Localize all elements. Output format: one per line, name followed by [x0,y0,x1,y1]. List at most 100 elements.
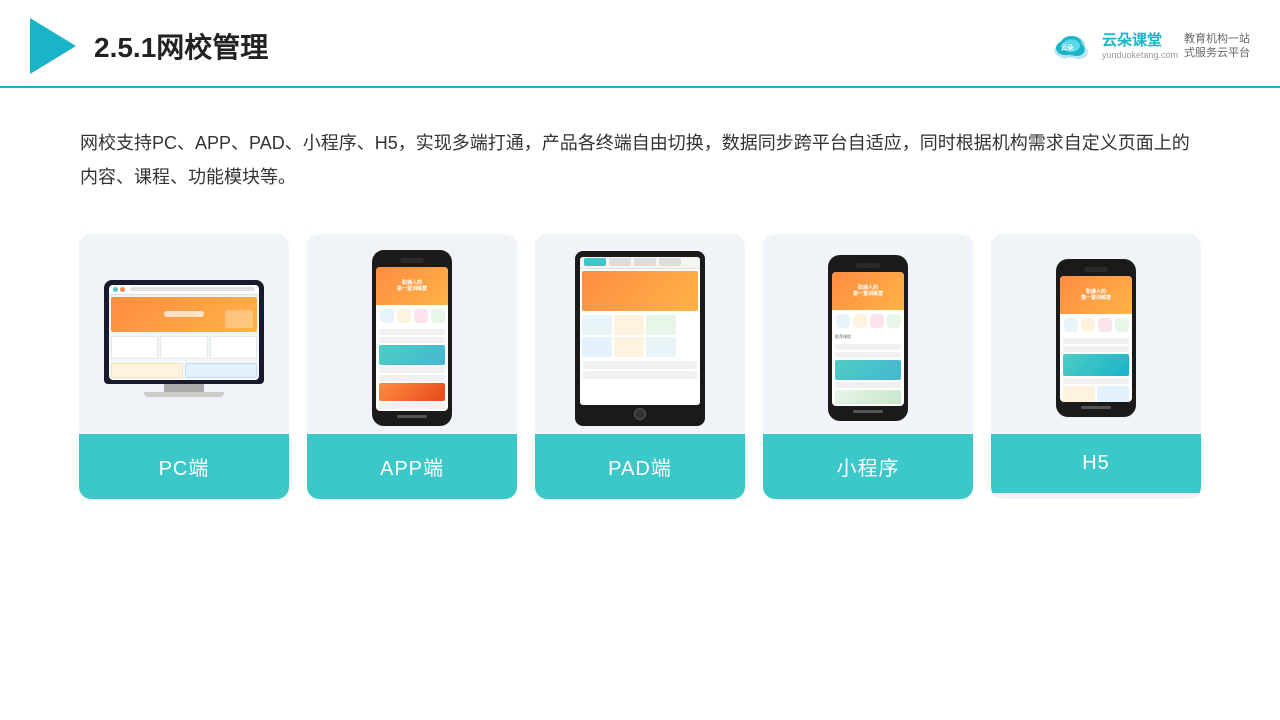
grid-item [582,337,612,357]
phone-notch [1084,267,1108,272]
description-text: 网校支持PC、APP、PAD、小程序、H5，实现多端打通，产品各终端自由切换，数… [0,88,1280,204]
card-h5-label: H5 [991,434,1201,493]
phone-screen: 职通人的第一堂训练营 [376,267,448,411]
phone-icon [836,314,850,328]
phone-list-item [1063,338,1129,344]
tablet-row [583,361,697,369]
logo-triangle-icon [30,18,76,74]
phone-mockup-mini: 职通人的第一堂训练营 推荐课程 [828,255,908,421]
pc-base [144,392,224,397]
card-pad-image [535,234,745,434]
phone-icon [431,309,445,323]
pc-hero-img [225,310,253,328]
phone-promo [379,383,445,401]
brand-logo: 云朵 云朵课堂 yunduoketang.com 教育机构一站式服务云平台 [1048,28,1250,64]
card-app: 职通人的第一堂训练营 [307,234,517,499]
card-app-label: APP端 [307,434,517,499]
phone-icon [397,309,411,323]
tablet-hero [582,271,698,311]
phone-h5-card [1097,386,1129,402]
grid-item [582,315,612,335]
tablet-nav [580,257,700,269]
card-pad: PAD端 [535,234,745,499]
platform-cards: PC端 职通人的第一堂训练营 [0,204,1280,529]
card-miniprogram: 职通人的第一堂训练营 推荐课程 [763,234,973,499]
phone-hero: 职通人的第一堂训练营 [376,267,448,305]
tablet-mockup [575,251,705,426]
phone-hero-text: 职通人的第一堂训练营 [853,285,883,298]
phone-icon [380,309,394,323]
phone-home-bar [1081,406,1111,409]
phone-list-item [379,367,445,373]
phone-mockup-h5: 职通人的第一堂训练营 [1056,259,1136,417]
phone-icon [414,309,428,323]
card-miniprogram-label: 小程序 [763,434,973,499]
tab-inactive [659,258,681,266]
tab-active [584,258,606,266]
phone-icons [832,310,904,332]
phone-list-item [379,403,445,409]
page-title: 2.5.1网校管理 [94,26,268,66]
phone-icon [853,314,867,328]
phone-hero: 职通人的第一堂训练营 [832,272,904,310]
phone-icon [1081,318,1095,332]
phone-banner [835,360,901,380]
phone-list-item [379,337,445,343]
tablet-screen [580,257,700,405]
pc-content-block [210,336,257,359]
grid-item [614,315,644,335]
phone-icon [1098,318,1112,332]
page-header: 2.5.1网校管理 云朵 云朵课堂 yunduoketang.com 教育机构一… [0,0,1280,88]
grid-item [614,337,644,357]
pc-hero-text [164,311,204,317]
pc-block [111,363,183,378]
phone-icon [1115,318,1129,332]
tab-inactive [634,258,656,266]
card-h5: 职通人的第一堂训练营 [991,234,1201,499]
phone-notch [856,263,880,268]
phone-banner [379,345,445,365]
grid-item [646,337,676,357]
card-pc-label: PC端 [79,434,289,499]
phone-hero-text: 职通人的第一堂训练营 [1081,289,1111,302]
phone-list-item [1063,346,1129,352]
phone-card [835,390,901,404]
phone-list-item [835,344,901,350]
header-right: 云朵 云朵课堂 yunduoketang.com 教育机构一站式服务云平台 [1048,28,1250,64]
phone-hero-text: 职通人的第一堂训练营 [397,280,427,293]
card-miniprogram-image: 职通人的第一堂训练营 推荐课程 [763,234,973,434]
pc-nav-bar [109,285,259,295]
brand-text: 云朵课堂 yunduoketang.com [1102,32,1178,61]
nav-bar [130,287,255,291]
tablet-grid [580,313,700,359]
brand-url: yunduoketang.com [1102,50,1178,61]
brand-slogan: 教育机构一站式服务云平台 [1184,32,1250,61]
phone-home-bar [397,415,427,418]
svg-text:云朵: 云朵 [1061,43,1074,52]
phone-icon [887,314,901,328]
phone-icons [376,305,448,327]
phone-list-item [379,329,445,335]
phone-hero: 职通人的第一堂训练营 [1060,276,1132,314]
nav-dot [120,287,125,292]
pc-content-row [109,334,259,361]
card-pc: PC端 [79,234,289,499]
pc-mockup [99,280,269,397]
header-left: 2.5.1网校管理 [30,18,268,74]
tablet-home-button [634,408,646,420]
phone-icon [870,314,884,328]
pc-bottom-row [109,361,259,380]
card-pc-image [79,234,289,434]
grid-item [646,315,676,335]
phone-h5-banner [1063,354,1129,376]
card-pad-label: PAD端 [535,434,745,499]
pc-screen-outer [104,280,264,384]
card-h5-image: 职通人的第一堂训练营 [991,234,1201,434]
card-app-image: 职通人的第一堂训练营 [307,234,517,434]
pc-screen-content [109,285,259,380]
pc-stand [164,384,204,392]
pc-hero [111,297,257,332]
phone-h5-card [1063,386,1095,402]
pc-content-block [160,336,207,359]
phone-h5-row [1060,386,1132,402]
